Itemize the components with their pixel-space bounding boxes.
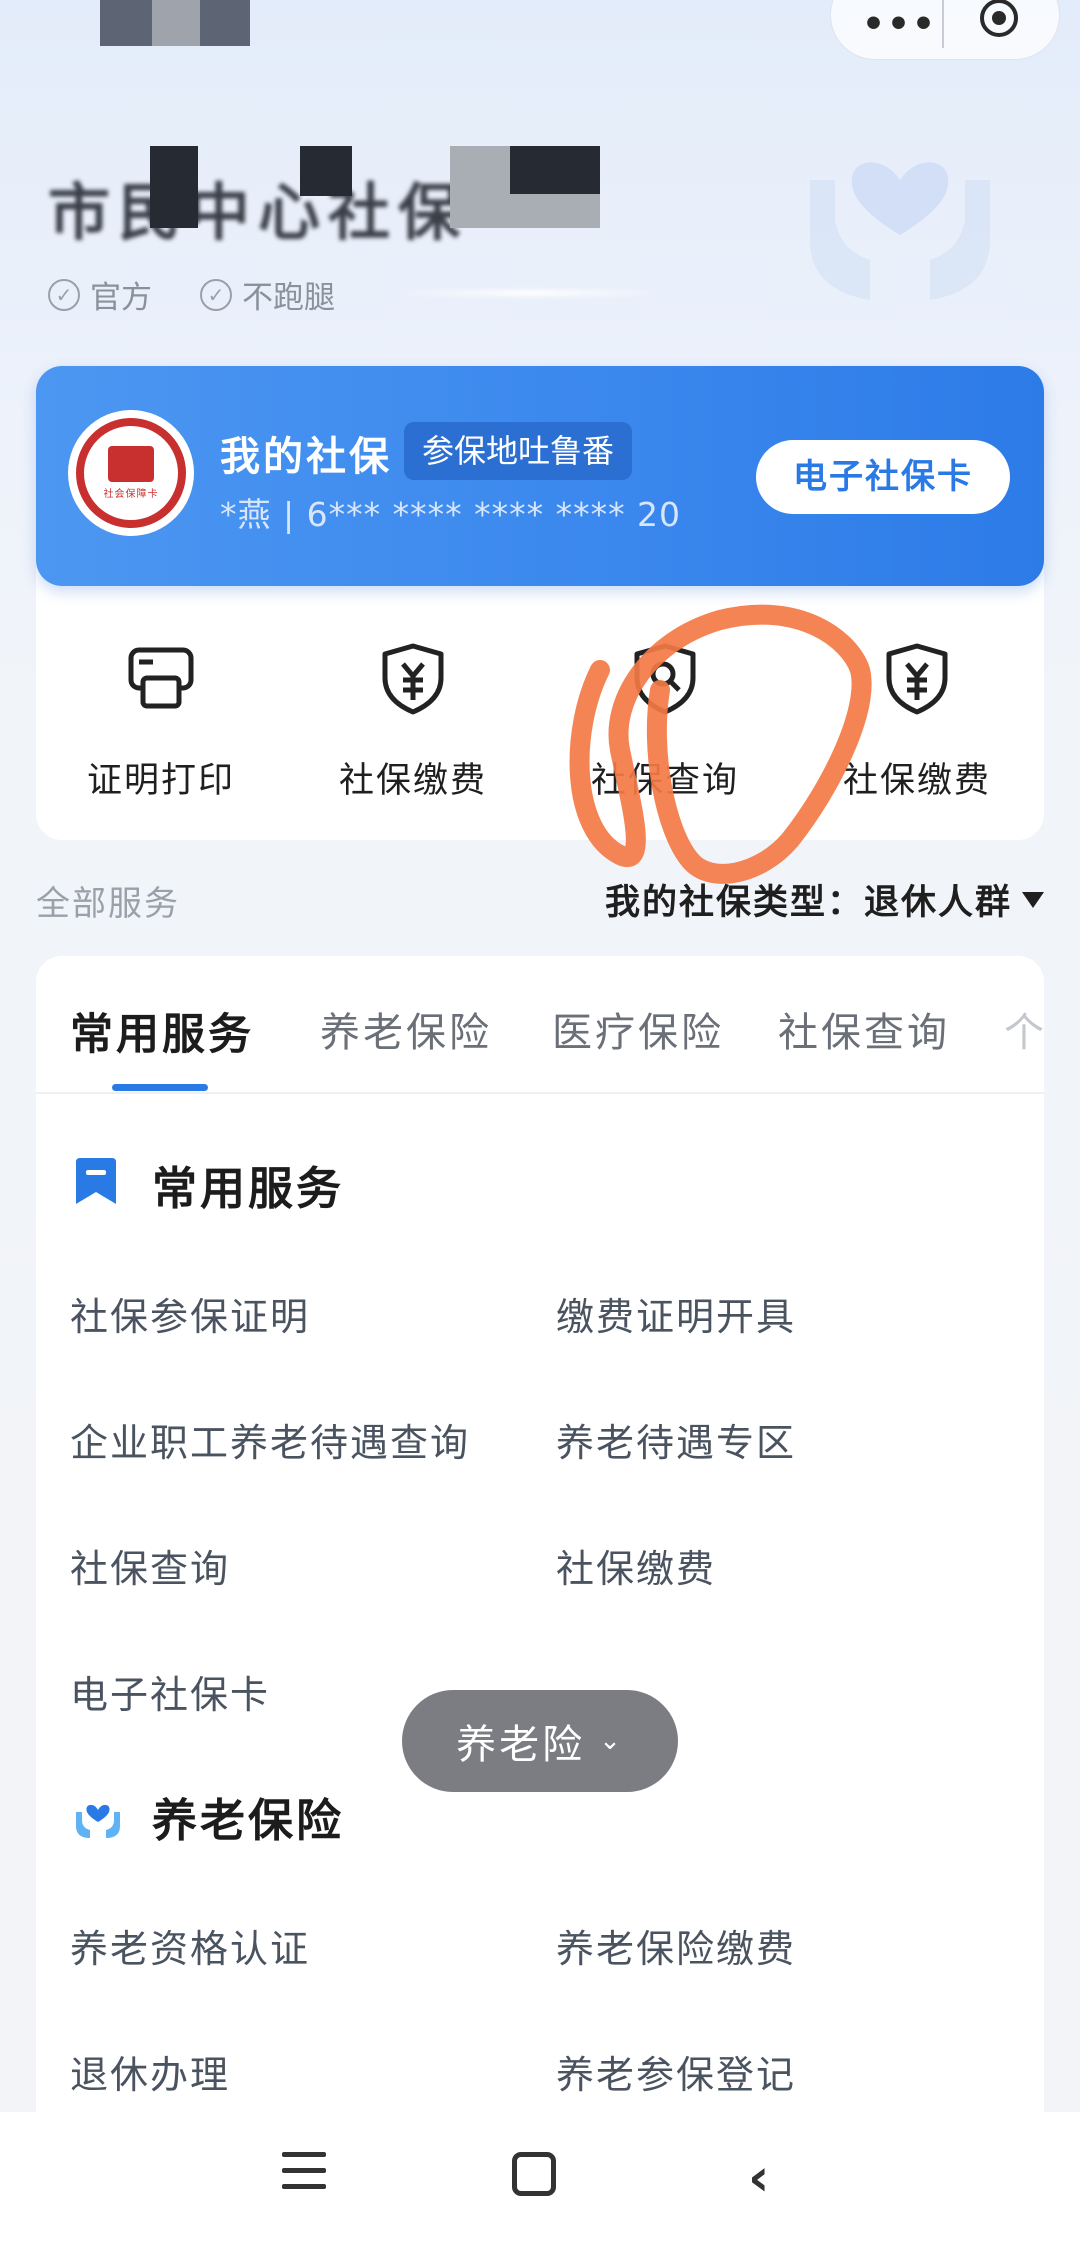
search-shield-icon	[634, 643, 696, 715]
service-item[interactable]: 缴费证明开具	[556, 1286, 796, 1341]
blurred-text	[400, 290, 660, 296]
insurance-type-selector[interactable]: 我的社保类型：退休人群	[605, 874, 1044, 925]
quick-action-label: 社保缴费	[338, 761, 487, 801]
yuan-shield-icon	[382, 643, 444, 715]
no-errand-tag-label: 不跑腿	[242, 280, 335, 316]
card-title: 我的社保	[220, 434, 392, 480]
quick-action-pay[interactable]: 社保缴费	[298, 640, 528, 803]
bookmark-icon	[76, 1158, 116, 1204]
official-tag: ✓ 官方	[48, 272, 152, 317]
service-item[interactable]: 养老资格认证	[70, 1918, 310, 1973]
service-item[interactable]: 企业职工养老待遇查询	[70, 1412, 470, 1467]
service-item[interactable]: 养老参保登记	[556, 2044, 796, 2099]
quick-action-label: 社保缴费	[842, 761, 991, 801]
service-item[interactable]: 社保参保证明	[70, 1286, 310, 1341]
pill-label: 养老险	[456, 1722, 586, 1768]
recent-apps-button[interactable]	[282, 2152, 326, 2192]
service-item[interactable]: 社保缴费	[556, 1538, 716, 1593]
active-tab-indicator	[112, 1084, 208, 1091]
service-item[interactable]: 电子社保卡	[70, 1664, 270, 1719]
service-item[interactable]: 退休办理	[70, 2044, 230, 2099]
redaction-mask	[150, 146, 198, 228]
quick-action-query[interactable]: 社保查询	[550, 640, 780, 803]
quick-action-print[interactable]: 证明打印	[46, 640, 276, 803]
printer-icon	[128, 647, 194, 709]
ecard-button[interactable]: 电子社保卡	[756, 440, 1010, 514]
hands-heart-icon	[810, 162, 990, 300]
tab-pension[interactable]: 养老保险	[320, 1000, 492, 1058]
insured-location-chip: 参保地吐鲁番	[404, 422, 633, 480]
tab-common[interactable]: 常用服务	[70, 1000, 254, 1062]
redaction-mask	[450, 146, 600, 228]
social-security-logo: 社会保障卡	[68, 410, 194, 536]
more-menu-button[interactable]: •••	[862, 4, 937, 45]
pension-jump-pill[interactable]: 养老险 ⌄	[402, 1690, 678, 1792]
caret-down-icon	[1022, 891, 1044, 908]
redaction-mask	[300, 146, 352, 196]
page-title: 市民中心社保	[48, 176, 469, 249]
redacted-block	[100, 0, 250, 46]
capsule-divider	[942, 0, 944, 48]
official-tag-label: 官方	[90, 280, 152, 316]
service-item[interactable]: 养老保险缴费	[556, 1918, 796, 1973]
yuan-shield-icon	[886, 643, 948, 715]
section-title-common: 常用服务	[152, 1162, 345, 1215]
tab-more[interactable]: 个	[1004, 1000, 1044, 1058]
home-button[interactable]	[512, 2152, 556, 2196]
quick-action-pay-2[interactable]: 社保缴费	[802, 640, 1032, 803]
all-services-label: 全部服务	[36, 884, 180, 924]
close-target-icon[interactable]	[972, 0, 1026, 42]
tab-medical[interactable]: 医疗保险	[552, 1000, 724, 1058]
no-errand-tag: ✓ 不跑腿	[200, 272, 335, 317]
service-item[interactable]: 养老待遇专区	[556, 1412, 796, 1467]
check-icon: ✓	[200, 278, 232, 311]
service-item[interactable]: 社保查询	[70, 1538, 230, 1593]
tab-query[interactable]: 社保查询	[778, 1000, 950, 1058]
back-button[interactable]: ‹	[748, 2148, 769, 2208]
quick-action-label: 证明打印	[86, 761, 235, 801]
quick-action-label: 社保查询	[590, 761, 739, 801]
section-title-pension: 养老保险	[152, 1794, 345, 1847]
pension-hands-icon	[76, 1804, 120, 1838]
insurance-type-label: 我的社保类型：退休人群	[604, 883, 1012, 923]
card-number: *燕 | 6*** **** **** **** 20	[220, 495, 682, 534]
check-icon: ✓	[48, 278, 80, 311]
chevron-down-icon: ⌄	[599, 1726, 624, 1756]
